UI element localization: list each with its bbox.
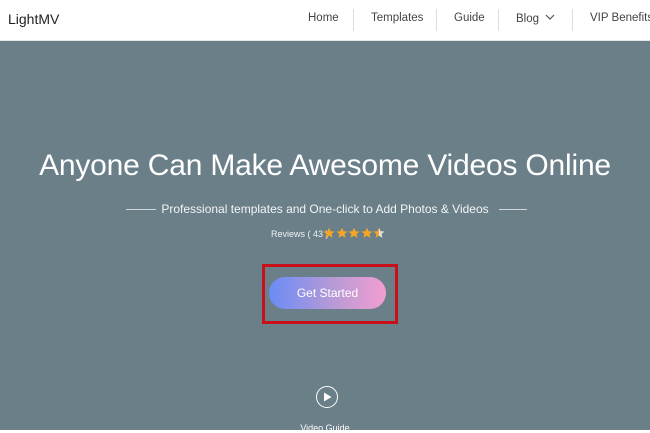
nav-divider — [572, 9, 573, 31]
play-icon[interactable] — [316, 386, 338, 408]
hero-title: Anyone Can Make Awesome Videos Online — [39, 149, 611, 182]
nav-divider — [498, 9, 499, 31]
hero-section: Anyone Can Make Awesome Videos Online Pr… — [0, 41, 650, 433]
nav-divider — [353, 9, 354, 31]
nav-templates[interactable]: Templates — [371, 12, 423, 24]
get-started-button[interactable]: Get Started — [269, 277, 386, 309]
star-icon — [336, 227, 347, 238]
reviews-count: Reviews ( 43 ) — [271, 229, 329, 239]
top-navigation-bar: LightMV Home Templates Guide Blog VIP Be… — [0, 0, 650, 41]
main-nav: Home Templates Guide Blog VIP Benefits — [0, 0, 650, 40]
hero-subtitle: Professional templates and One-click to … — [161, 202, 489, 216]
chevron-down-icon — [545, 12, 555, 24]
nav-vip-benefits[interactable]: VIP Benefits — [590, 12, 650, 24]
nav-guide[interactable]: Guide — [454, 12, 485, 24]
star-icon — [323, 227, 335, 238]
star-icon — [373, 227, 385, 238]
subtitle-right-rule — [499, 209, 527, 210]
star-icon — [348, 227, 360, 238]
video-guide-label[interactable]: Video Guide — [0, 423, 650, 433]
nav-blog[interactable]: Blog — [516, 12, 555, 25]
nav-divider — [436, 9, 437, 31]
star-icon — [361, 227, 372, 238]
hero-subtitle-row: Professional templates and One-click to … — [0, 202, 650, 218]
nav-home[interactable]: Home — [308, 12, 339, 24]
nav-blog-label: Blog — [516, 13, 540, 25]
